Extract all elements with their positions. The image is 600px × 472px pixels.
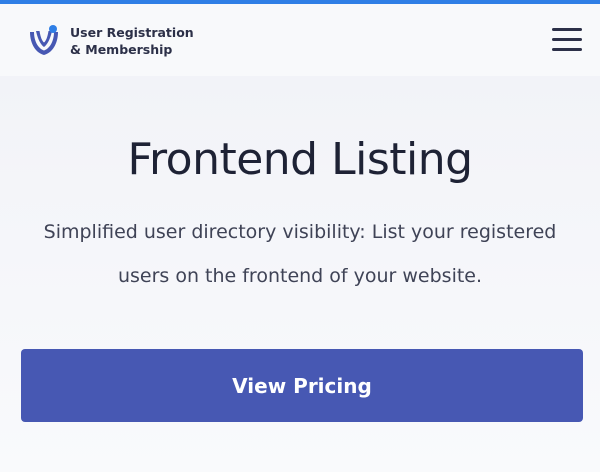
page-title: Frontend Listing (127, 134, 473, 185)
menu-bar (552, 28, 582, 31)
brand-line-1: User Registration (70, 25, 194, 40)
user-registration-logo-icon[interactable] (26, 22, 62, 62)
hamburger-menu-icon[interactable] (552, 28, 584, 54)
menu-bar (552, 38, 582, 41)
brand-line-2: & Membership (70, 42, 173, 57)
site-header: User Registration & Membership (0, 4, 600, 76)
menu-bar (552, 48, 582, 51)
view-pricing-button[interactable]: View Pricing (21, 349, 583, 422)
page-subtitle: Simplified user directory visibility: Li… (43, 221, 557, 287)
brand-name[interactable]: User Registration & Membership (70, 24, 194, 58)
